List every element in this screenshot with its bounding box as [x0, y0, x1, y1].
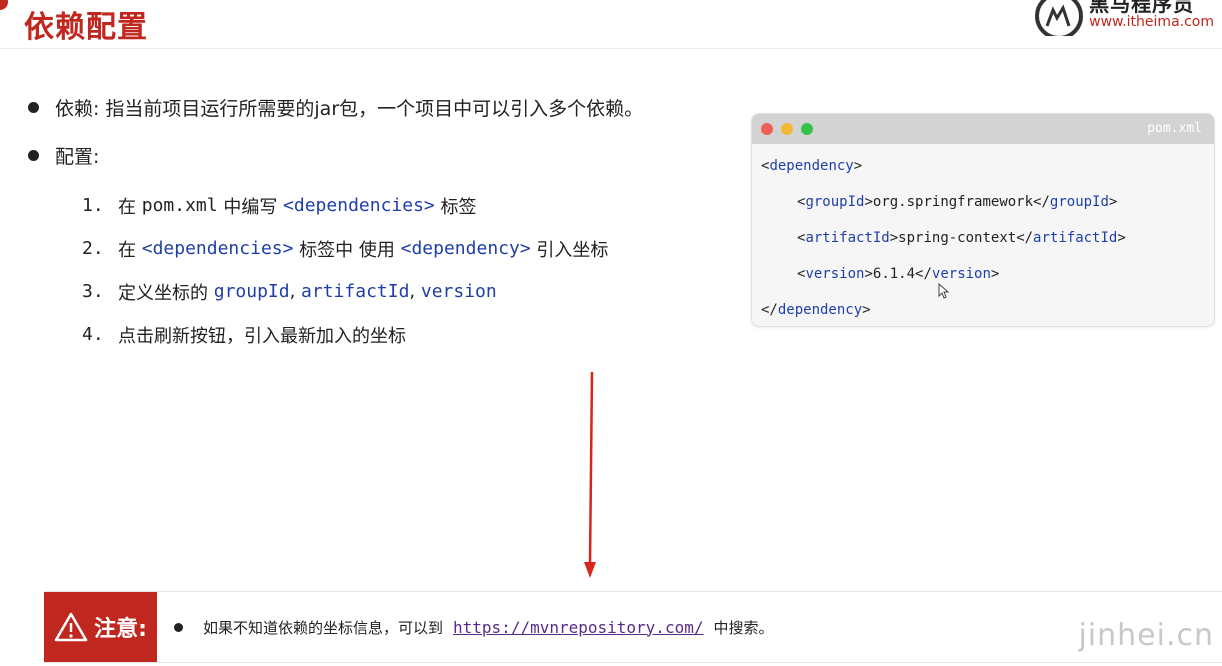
bullet-dependency: 依赖: 指当前项目运行所需要的jar包，一个项目中可以引入多个依赖。 [28, 94, 643, 121]
mouse-cursor-icon [938, 283, 950, 299]
code-tag: dependency [769, 158, 854, 174]
brand-logo: 黑马程序员 www.itheima.com [1033, 0, 1214, 40]
minimize-dot-icon [781, 123, 793, 135]
step-text: 标签中 使用 [293, 239, 401, 261]
code-line: < artifactId > spring-context </artifactId > [797, 230, 1126, 246]
code-tag: version [805, 266, 865, 282]
code-window: pom.xml < dependency > < groupId > org.spring… [751, 113, 1215, 327]
step-separator: , [289, 281, 302, 302]
step-separator: , [409, 281, 421, 302]
code-body: < dependency > < groupId > org.springframewor… [752, 144, 1214, 326]
note-label: 注意: [94, 617, 147, 642]
bullet-dot [28, 150, 39, 161]
note-text-after: 中搜索。 [713, 618, 774, 637]
header-divider [0, 48, 1222, 49]
mvnrepository-link[interactable]: https://mvnrepository.com/ [453, 618, 703, 637]
step-2: 2. 在 <dependencies> 标签中 使用 <dependency> … [82, 227, 608, 270]
code-tag: groupId [805, 194, 865, 210]
code-line: < groupId > org.springframework </groupId > [797, 194, 1118, 210]
note-label-box: 注意: [44, 592, 157, 662]
code-value: spring-context [898, 230, 1017, 246]
bullet-dot [174, 622, 183, 632]
code-value: 6.1.4 [872, 266, 916, 282]
bullet-config: 配置: [28, 142, 99, 169]
code-tag: dependency [777, 302, 863, 318]
step-3: 3. 定义坐标的 groupId , artifactId , version [82, 270, 608, 313]
step-text: 定义坐标的 [118, 282, 214, 304]
step-code: <dependencies> [141, 238, 294, 259]
code-value: org.springframework [872, 194, 1034, 210]
step-code: pom.xml [141, 195, 218, 216]
config-label: 配置: [55, 146, 100, 168]
step-text: 引入坐标 [530, 239, 609, 261]
note-bar: 注意: 如果不知道依赖的坐标信息，可以到 https://mvnreposito… [44, 591, 1222, 663]
code-line: < dependency > [761, 158, 863, 174]
step-code: version [420, 281, 497, 302]
step-code: artifactId [301, 281, 410, 302]
code-line: </dependency > [761, 302, 871, 318]
maximize-dot-icon [801, 123, 813, 135]
step-code: <dependency> [400, 238, 531, 259]
down-arrow-icon [584, 372, 596, 578]
step-text: 在 [118, 239, 142, 261]
code-tag: groupId [1049, 194, 1109, 210]
step-code: groupId [213, 281, 290, 302]
step-text: 点击刷新按钮，引入最新加入的坐标 [118, 325, 406, 347]
step-number: 4. [82, 324, 104, 345]
config-steps: 1. 在 pom.xml 中编写 <dependencies> 标签 2. 在 … [82, 184, 608, 356]
code-tag: artifactId [805, 230, 890, 246]
watermark: jinhei.cn [1078, 618, 1214, 653]
code-window-titlebar: pom.xml [752, 114, 1214, 144]
step-4: 4. 点击刷新按钮，引入最新加入的坐标 [82, 313, 608, 356]
code-tag: version [931, 266, 991, 282]
note-content: 如果不知道依赖的坐标信息，可以到 https://mvnrepository.c… [174, 592, 773, 662]
dependency-label: 依赖: [55, 98, 100, 120]
step-number: 1. [82, 195, 104, 216]
step-text: 中编写 [217, 196, 284, 218]
close-dot-icon [761, 123, 773, 135]
step-text: 标签 [434, 196, 477, 218]
step-number: 3. [82, 281, 104, 302]
note-text-before: 如果不知道依赖的坐标信息，可以到 [203, 618, 444, 637]
code-tag: artifactId [1033, 230, 1118, 246]
step-1: 1. 在 pom.xml 中编写 <dependencies> 标签 [82, 184, 608, 227]
dependency-desc: 指当前项目运行所需要的jar包，一个项目中可以引入多个依赖。 [105, 98, 644, 120]
step-text: 在 [118, 196, 142, 218]
step-number: 2. [82, 238, 104, 259]
logo-name: 黑马程序员 [1089, 0, 1195, 16]
code-line: < version >6.1.4 </version > [797, 266, 1000, 282]
logo-url: www.itheima.com [1089, 14, 1214, 30]
title-accent-dot [0, 0, 8, 10]
logo-horse-icon [1035, 0, 1084, 36]
warning-icon [54, 612, 88, 642]
code-filename: pom.xml [1147, 121, 1202, 136]
step-code: <dependencies> [283, 195, 435, 216]
bullet-dot [28, 102, 39, 113]
page-title: 依赖配置 [24, 10, 148, 45]
